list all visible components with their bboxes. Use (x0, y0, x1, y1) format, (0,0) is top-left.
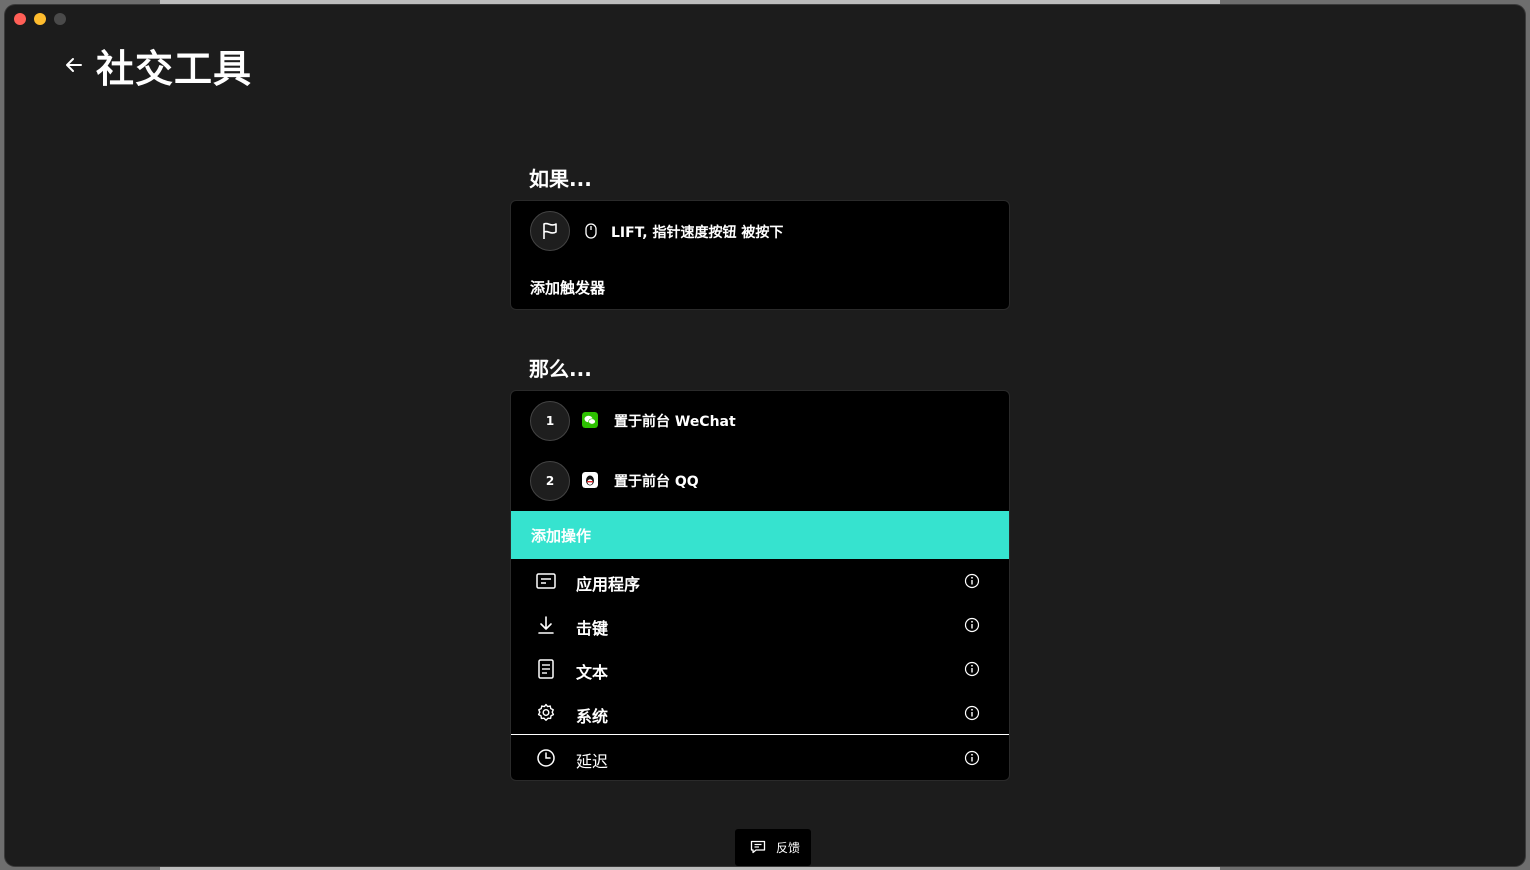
step-number-badge: 1 (530, 401, 570, 441)
text-icon (538, 659, 554, 679)
menu-item-label: 文本 (576, 663, 609, 682)
gear-icon (537, 703, 555, 721)
action-step-text[interactable]: 置于前台 WeChat (614, 411, 736, 431)
info-icon[interactable] (964, 750, 980, 766)
step-number-badge: 2 (530, 461, 570, 501)
info-icon[interactable] (964, 661, 980, 677)
page-title: 社交工具 (96, 47, 253, 91)
keystroke-icon (538, 616, 554, 634)
if-section-label: 如果... (529, 167, 592, 191)
back-arrow-icon[interactable] (62, 53, 86, 77)
menu-divider (511, 734, 1009, 735)
trigger-flag-badge (530, 211, 570, 251)
menu-item-system[interactable]: 系统 (511, 691, 1009, 735)
feedback-label: 反馈 (776, 841, 801, 855)
feedback-icon (750, 840, 766, 854)
clock-icon (537, 749, 555, 767)
trigger-description[interactable]: LIFT, 指针速度按钮 被按下 (611, 222, 783, 242)
action-step-text[interactable]: 置于前台 QQ (614, 471, 699, 491)
close-window-button[interactable] (14, 13, 26, 25)
qq-icon (582, 472, 598, 488)
menu-item-label: 系统 (576, 707, 609, 726)
info-icon[interactable] (964, 617, 980, 633)
info-icon[interactable] (964, 705, 980, 721)
info-icon[interactable] (964, 573, 980, 589)
actions-card: 1 置于前台 WeChat 2 置于前台 QQ 添加操作 应用程序 击键 文本 … (510, 390, 1010, 781)
menu-item-application[interactable]: 应用程序 (511, 559, 1009, 603)
menu-item-label: 延迟 (576, 752, 609, 771)
add-action-label: 添加操作 (531, 527, 592, 545)
menu-item-label: 应用程序 (576, 575, 641, 594)
zoom-window-button[interactable] (54, 13, 66, 25)
feedback-button[interactable]: 反馈 (735, 829, 811, 866)
minimize-window-button[interactable] (34, 13, 46, 25)
window-controls (14, 13, 66, 25)
flag-icon (543, 222, 557, 239)
add-trigger-button[interactable]: 添加触发器 (530, 277, 605, 298)
menu-item-text[interactable]: 文本 (511, 647, 1009, 691)
then-section-label: 那么... (529, 357, 592, 381)
add-action-button[interactable]: 添加操作 (511, 511, 1009, 559)
menu-item-keystroke[interactable]: 击键 (511, 603, 1009, 647)
menu-item-label: 击键 (576, 619, 609, 638)
app-window: 社交工具 如果... LIFT, 指针速度按钮 被按下 添加触发器 那么... … (5, 5, 1525, 866)
background-window-strip (160, 866, 1220, 870)
mouse-icon (585, 223, 597, 239)
wechat-icon (582, 412, 598, 428)
application-icon (536, 573, 556, 589)
menu-item-delay[interactable]: 延迟 (511, 736, 1009, 780)
trigger-card: LIFT, 指针速度按钮 被按下 添加触发器 (510, 200, 1010, 310)
